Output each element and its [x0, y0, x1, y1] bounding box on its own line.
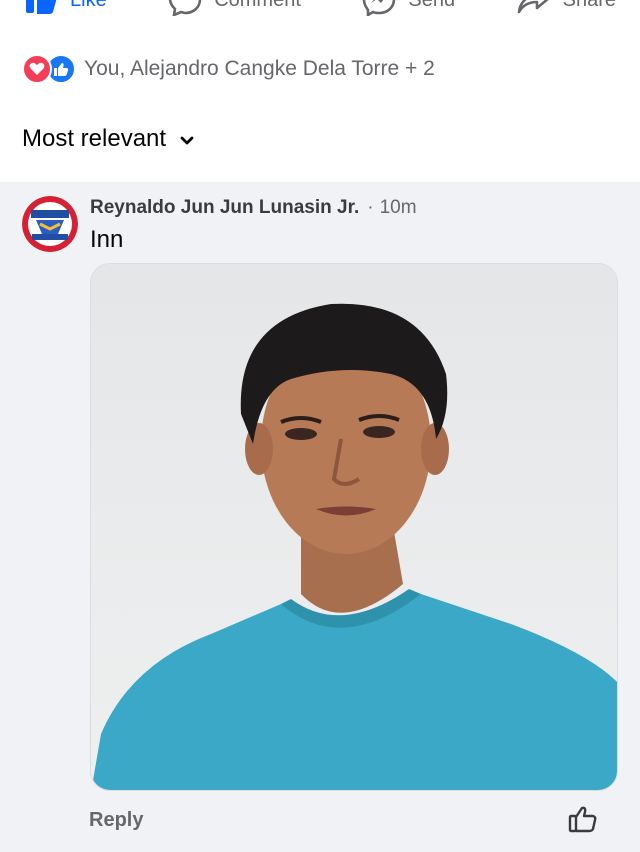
- share-button[interactable]: Share: [517, 0, 616, 15]
- reactions-summary[interactable]: You, Alejandro Cangke Dela Torre + 2: [22, 54, 435, 84]
- share-arrow-icon: [517, 0, 551, 15]
- heart-icon: [22, 54, 52, 84]
- comment-timestamp[interactable]: 10m: [380, 197, 417, 219]
- comment-author[interactable]: Reynaldo Jun Jun Lunasin Jr.: [90, 197, 359, 219]
- comment-text: Inn: [90, 226, 124, 253]
- separator-dot: ·: [367, 197, 374, 218]
- send-button[interactable]: Send: [362, 0, 455, 16]
- share-label: Share: [563, 0, 616, 12]
- thumbs-up-filled-icon: [24, 0, 58, 15]
- post-action-bar: Like Comment Send Share: [0, 0, 640, 18]
- thumbs-up-outline-icon: [568, 805, 598, 838]
- speech-bubble-icon: [168, 0, 202, 16]
- comment-header: Reynaldo Jun Jun Lunasin Jr. · 10m: [90, 194, 417, 222]
- like-label: Like: [70, 0, 107, 12]
- reply-button[interactable]: Reply: [89, 809, 143, 832]
- sort-label: Most relevant: [22, 125, 167, 152]
- comment-sort-dropdown[interactable]: Most relevant: [22, 122, 194, 156]
- chevron-down-icon: [180, 125, 194, 153]
- avatar[interactable]: [22, 196, 78, 252]
- comment-label: Comment: [214, 0, 301, 12]
- like-button[interactable]: Like: [24, 0, 107, 15]
- comment-photo[interactable]: [90, 263, 618, 791]
- reactions-summary-text: You, Alejandro Cangke Dela Torre + 2: [84, 57, 435, 80]
- like-comment-button[interactable]: [568, 806, 598, 836]
- messenger-icon: [362, 0, 396, 16]
- send-label: Send: [408, 0, 455, 12]
- comment-button[interactable]: Comment: [168, 0, 301, 16]
